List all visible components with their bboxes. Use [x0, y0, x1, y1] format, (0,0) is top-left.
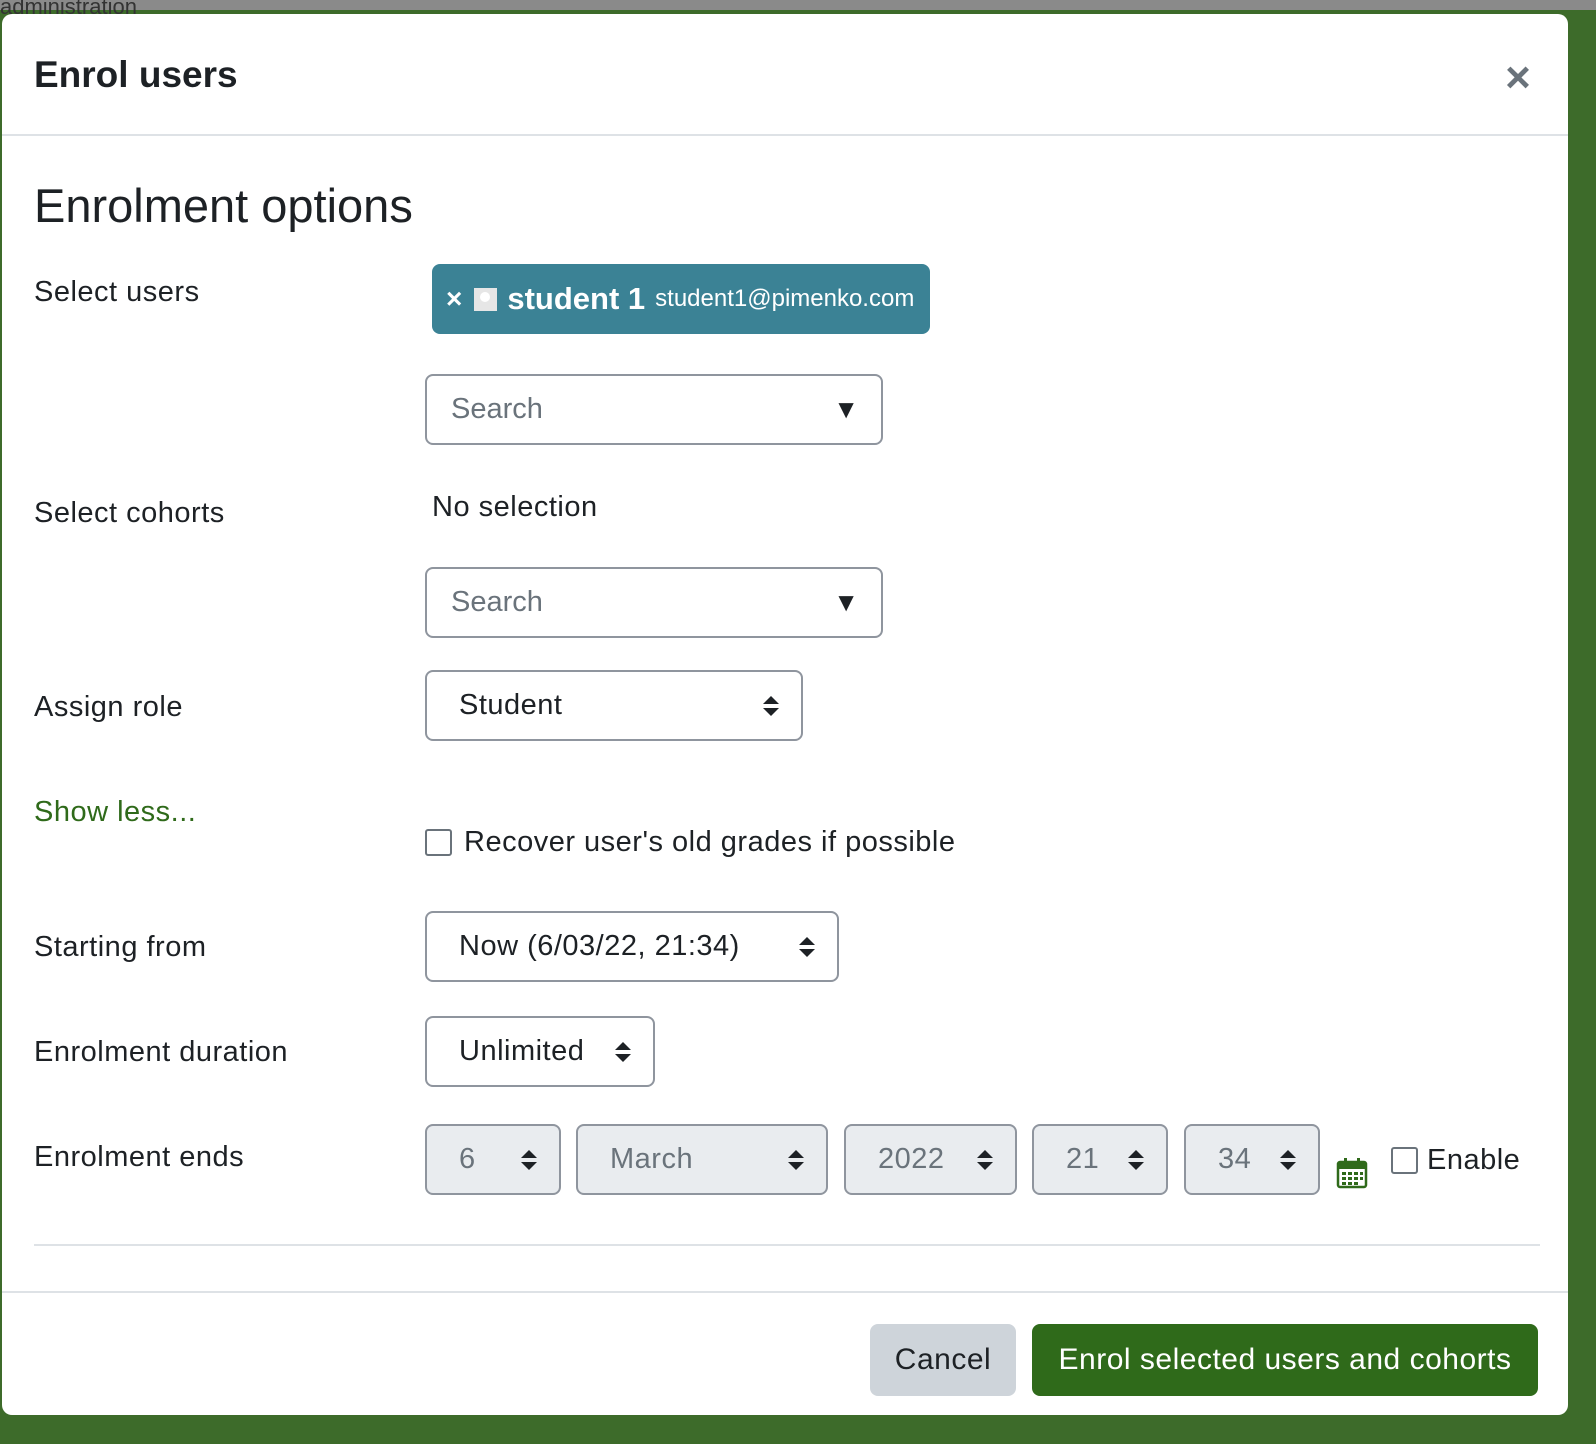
- select-updown-icon: [521, 1150, 537, 1170]
- enrolment-ends-minute-value: 34: [1218, 1143, 1252, 1175]
- enable-end-date-checkbox[interactable]: [1391, 1147, 1418, 1174]
- select-updown-icon: [799, 937, 815, 957]
- enrolment-ends-hour-select[interactable]: 21: [1032, 1124, 1168, 1195]
- enrolment-ends-day-value: 6: [459, 1143, 476, 1175]
- background-page-strip: administration: [0, 0, 1596, 19]
- assign-role-label: Assign role: [34, 691, 183, 723]
- enrolment-ends-month-select[interactable]: March: [576, 1124, 828, 1195]
- remove-user-icon[interactable]: ×: [446, 283, 462, 315]
- enable-end-date-label: Enable: [1427, 1144, 1521, 1176]
- cohorts-search-placeholder: Search: [451, 586, 543, 618]
- starting-from-value: Now (6/03/22, 21:34): [459, 930, 740, 962]
- enrolment-ends-month-value: March: [610, 1143, 694, 1175]
- enrol-submit-button[interactable]: Enrol selected users and cohorts: [1032, 1324, 1538, 1396]
- cohorts-no-selection: No selection: [432, 491, 598, 523]
- starting-from-label: Starting from: [34, 931, 207, 963]
- assign-role-select[interactable]: Student: [425, 670, 803, 741]
- section-title: Enrolment options: [34, 179, 413, 232]
- user-avatar-icon: [474, 287, 498, 311]
- enrolment-ends-day-select[interactable]: 6: [425, 1124, 561, 1195]
- enrolment-duration-value: Unlimited: [459, 1035, 585, 1067]
- cohorts-dropdown-icon[interactable]: ▼: [833, 569, 859, 636]
- select-updown-icon: [788, 1150, 804, 1170]
- select-updown-icon: [1128, 1150, 1144, 1170]
- modal-title: Enrol users: [34, 54, 238, 95]
- cohorts-search-input[interactable]: Search ▼: [425, 567, 883, 638]
- enrolment-duration-select[interactable]: Unlimited: [425, 1016, 655, 1087]
- form-divider: [34, 1244, 1540, 1246]
- select-updown-icon: [763, 696, 779, 716]
- users-search-placeholder: Search: [451, 393, 543, 425]
- users-dropdown-icon[interactable]: ▼: [833, 376, 859, 443]
- enrolment-ends-year-value: 2022: [878, 1143, 945, 1175]
- recover-grades-checkbox[interactable]: [425, 829, 452, 856]
- starting-from-select[interactable]: Now (6/03/22, 21:34): [425, 911, 839, 982]
- enrolment-duration-label: Enrolment duration: [34, 1036, 289, 1068]
- enrolment-ends-hour-value: 21: [1066, 1143, 1100, 1175]
- selected-user-name: student 1: [507, 281, 646, 316]
- select-updown-icon: [977, 1150, 993, 1170]
- selected-user-email: student1@pimenko.com: [655, 285, 915, 312]
- select-users-label: Select users: [34, 276, 200, 308]
- recover-grades-label: Recover user's old grades if possible: [464, 826, 956, 858]
- enrolment-ends-label: Enrolment ends: [34, 1141, 245, 1173]
- enrolment-ends-minute-select[interactable]: 34: [1184, 1124, 1320, 1195]
- assign-role-value: Student: [459, 689, 563, 721]
- select-updown-icon: [1280, 1150, 1296, 1170]
- show-less-link[interactable]: Show less...: [34, 796, 196, 829]
- users-search-input[interactable]: Search ▼: [425, 374, 883, 445]
- modal-header: Enrol users ×: [2, 14, 1568, 136]
- select-updown-icon: [615, 1042, 631, 1062]
- cancel-button[interactable]: Cancel: [870, 1324, 1016, 1396]
- enrolment-ends-year-select[interactable]: 2022: [844, 1124, 1017, 1195]
- select-cohorts-label: Select cohorts: [34, 497, 225, 529]
- selected-user-chip[interactable]: × student 1 student1@pimenko.com: [432, 264, 930, 334]
- close-icon[interactable]: ×: [1498, 56, 1538, 100]
- enrol-users-dialog: Enrol users × Enrolment options Select u…: [2, 14, 1568, 1415]
- footer-divider: [2, 1291, 1568, 1293]
- calendar-icon[interactable]: [1336, 1157, 1368, 1189]
